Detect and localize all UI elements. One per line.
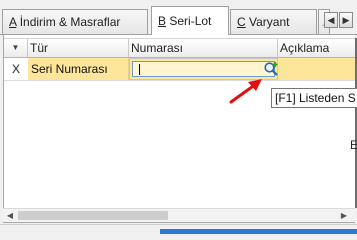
- bottom-strip: [0, 224, 357, 234]
- window: A İndirim & Masraflar B Seri-Lot C Varya…: [0, 0, 357, 234]
- chevron-right-icon: ▶: [342, 15, 350, 25]
- serial-lot-grid: ▼ Tür Numarası Açıklama X Seri Numarası: [3, 35, 355, 223]
- cell-tur[interactable]: Seri Numarası: [28, 58, 129, 80]
- row-delete-indicator[interactable]: X: [4, 58, 28, 80]
- horizontal-scrollbar[interactable]: ◀ ▶: [3, 208, 355, 222]
- tab-hotkey: A: [9, 15, 17, 29]
- serial-number-input[interactable]: [132, 61, 275, 77]
- tab-strip: A İndirim & Masraflar B Seri-Lot C Varya…: [0, 0, 357, 35]
- column-header-numarasi[interactable]: Numarası: [129, 39, 278, 57]
- bottom-accent-bar: [160, 229, 357, 234]
- annotation-arrow-icon: [229, 79, 262, 104]
- search-add-icon[interactable]: [263, 61, 279, 77]
- tab-scroll-left-button[interactable]: ◀: [324, 12, 338, 28]
- tab-label: İndirim & Masraflar: [19, 15, 121, 29]
- column-header-aciklama[interactable]: Açıklama: [278, 39, 355, 57]
- column-chooser-button[interactable]: ▼: [4, 39, 28, 57]
- tab-hotkey: B: [158, 14, 167, 28]
- scrollbar-thumb[interactable]: [18, 211, 168, 220]
- right-edge-text: E: [350, 138, 357, 152]
- chevron-left-icon: ◀: [327, 15, 335, 25]
- tab-label: Seri-Lot: [169, 14, 212, 28]
- scroll-left-arrow-icon[interactable]: ◀: [3, 209, 17, 222]
- tab-hotkey: C: [237, 15, 246, 29]
- tab-indirim-masraflar[interactable]: A İndirim & Masraflar: [2, 9, 148, 34]
- text-caret: [139, 64, 140, 75]
- tab-scroll-right-button[interactable]: ▶: [339, 12, 353, 28]
- grid-header: ▼ Tür Numarası Açıklama: [4, 38, 355, 58]
- scroll-right-arrow-icon[interactable]: ▶: [337, 209, 351, 222]
- cell-aciklama[interactable]: [278, 58, 355, 80]
- table-row[interactable]: X Seri Numarası: [4, 58, 355, 81]
- tab-label: Varyant: [249, 15, 290, 29]
- lookup-tooltip: [F1] Listeden S: [271, 88, 357, 108]
- column-header-tur[interactable]: Tür: [28, 39, 129, 57]
- chevron-down-icon: ▼: [11, 43, 20, 52]
- tab-seri-lot[interactable]: B Seri-Lot: [151, 6, 229, 35]
- tab-varyant[interactable]: C Varyant: [230, 9, 317, 34]
